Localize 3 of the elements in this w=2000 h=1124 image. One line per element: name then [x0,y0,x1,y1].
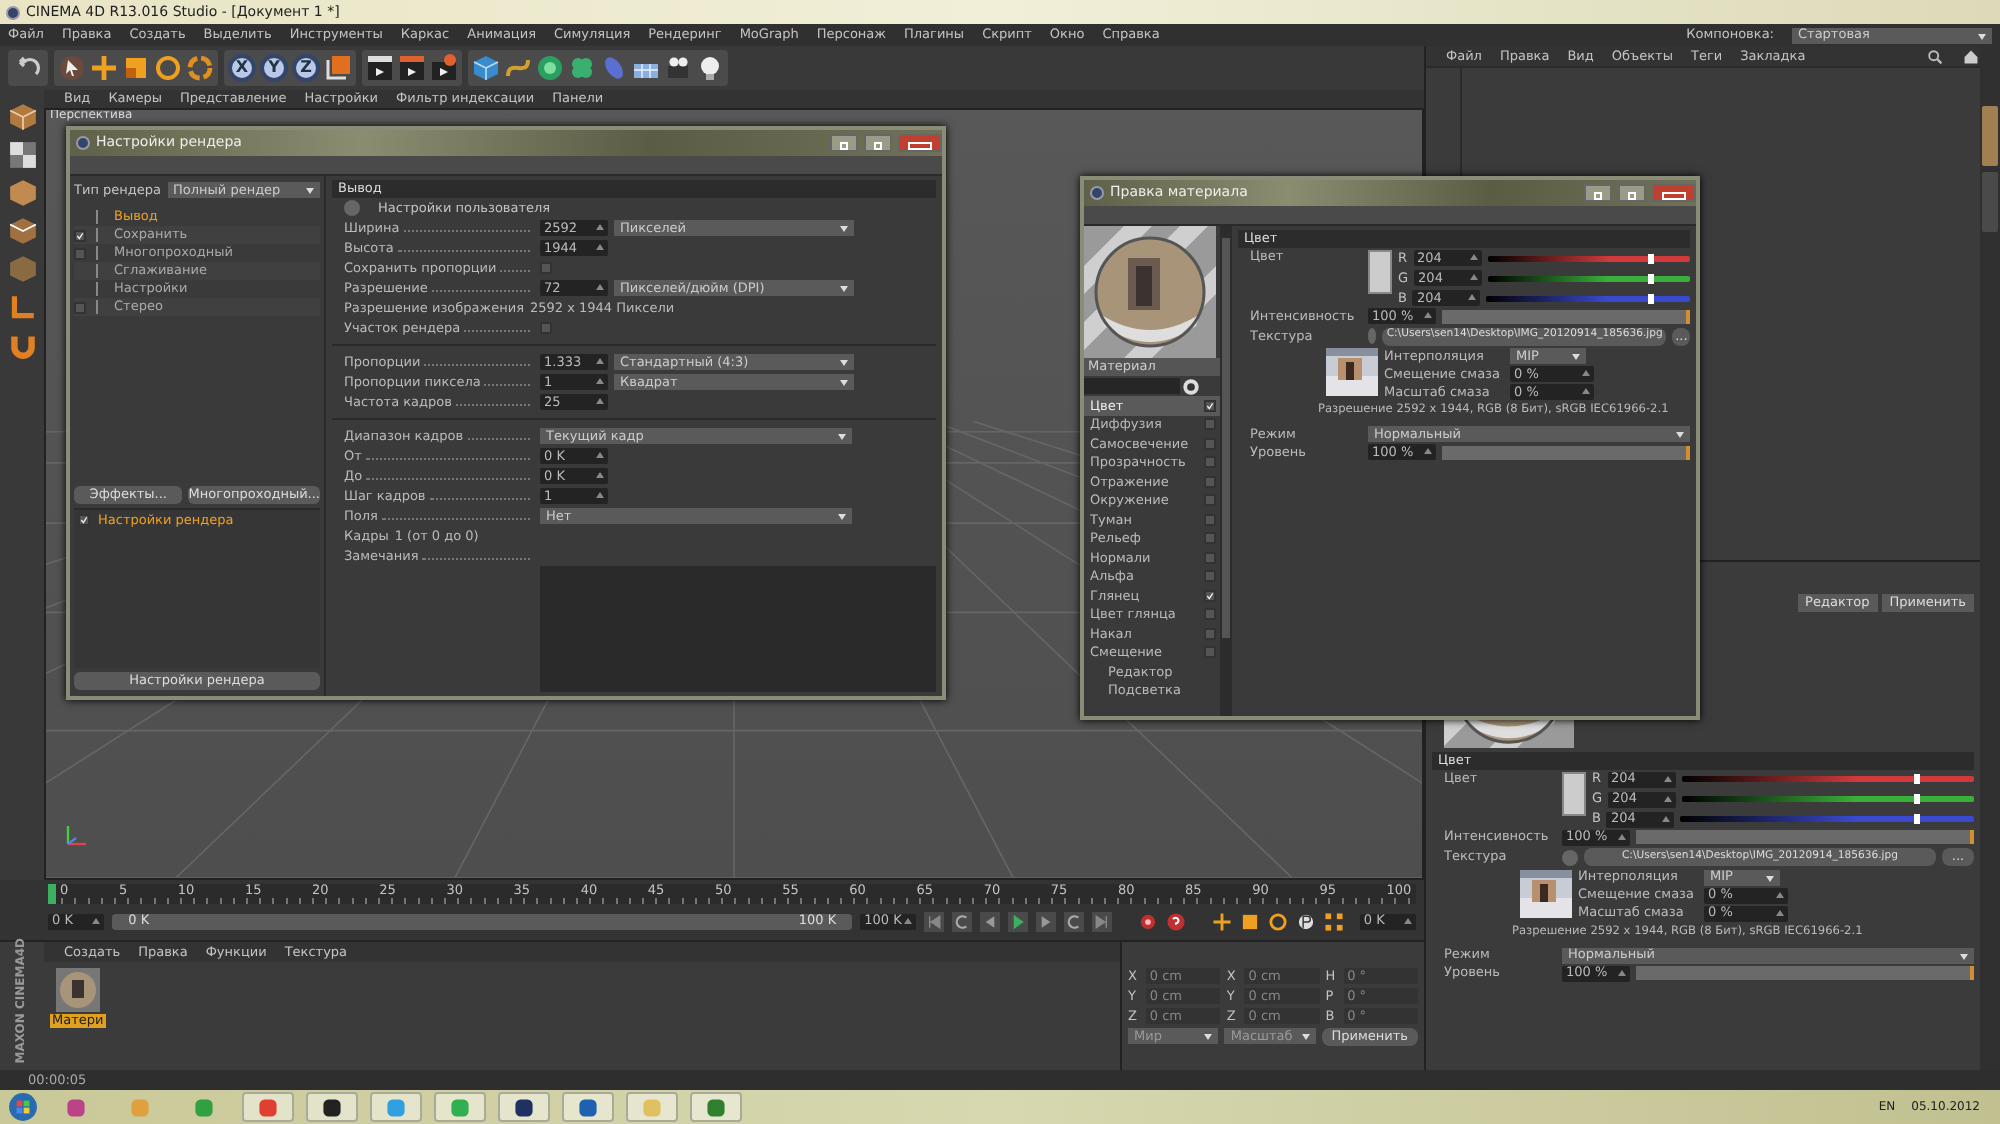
axis-lock-button[interactable]: Y [260,54,288,82]
axis-lock-button[interactable]: Z [292,54,320,82]
axis-lock-button[interactable]: X [228,54,256,82]
